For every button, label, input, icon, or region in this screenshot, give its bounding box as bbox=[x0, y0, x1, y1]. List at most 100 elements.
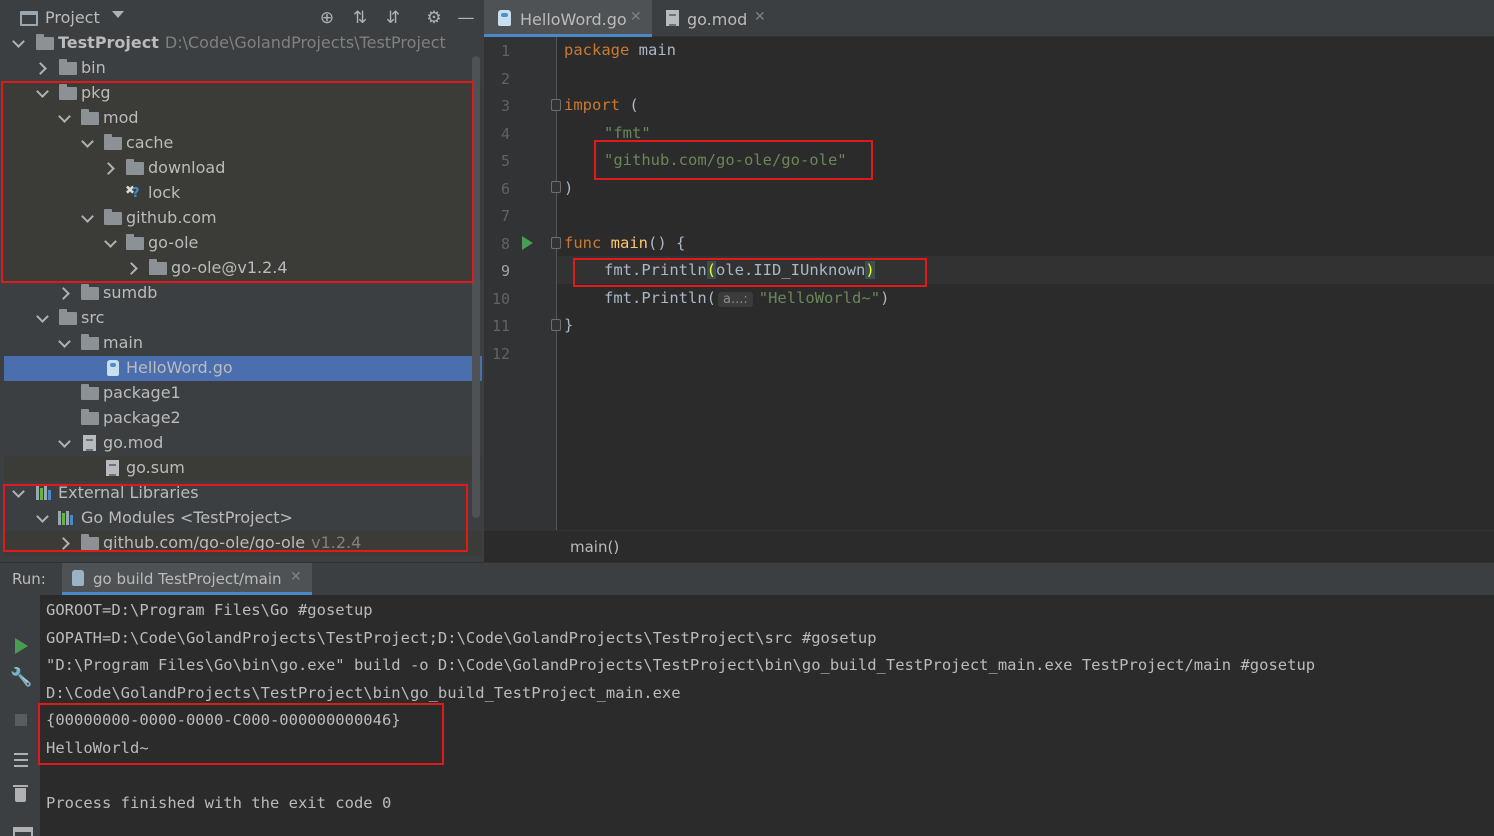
code-line-6[interactable]: ) bbox=[564, 179, 573, 197]
project-path: D:\Code\GolandProjects\TestProject bbox=[164, 33, 446, 52]
unknown-file-icon bbox=[125, 183, 140, 201]
tree-item-go-mod[interactable]: go.mod bbox=[4, 431, 482, 456]
tree-item-testproject[interactable]: TestProject D:\Code\GolandProjects\TestPr… bbox=[4, 31, 482, 56]
code-line-4[interactable]: "fmt" bbox=[604, 124, 651, 142]
console-line: "D:\Program Files\Go\bin\go.exe" build -… bbox=[46, 656, 1316, 674]
chevron-down-icon[interactable] bbox=[58, 335, 72, 349]
tab-run-configuration[interactable]: go build TestProject/main ✕ bbox=[62, 563, 312, 595]
folder-icon bbox=[81, 384, 99, 400]
tree-item-go-modules[interactable]: Go Modules <TestProject> bbox=[4, 506, 482, 531]
chevron-down-icon[interactable] bbox=[36, 85, 50, 99]
tree-item-go-ole-v124[interactable]: go-ole@v1.2.4 bbox=[4, 256, 482, 281]
close-icon[interactable]: ✕ bbox=[754, 9, 766, 25]
code-line-3[interactable]: import ( bbox=[564, 96, 639, 114]
console-line: {00000000-0000-0000-C000-000000000046} bbox=[46, 711, 401, 729]
run-icon[interactable] bbox=[522, 236, 533, 250]
chevron-right-icon[interactable] bbox=[104, 160, 118, 174]
tab-label: HelloWord.go bbox=[520, 10, 627, 29]
tree-item-label: mod bbox=[103, 108, 139, 127]
chevron-down-icon[interactable] bbox=[36, 310, 50, 324]
scroll-to-end-icon[interactable] bbox=[10, 749, 32, 771]
wrench-icon[interactable]: 🔧 bbox=[10, 667, 32, 689]
code-line-1[interactable]: package main bbox=[564, 41, 676, 59]
line-number: 1 bbox=[500, 42, 510, 60]
chevron-down-icon[interactable] bbox=[81, 135, 95, 149]
tree-item-github-com[interactable]: github.com bbox=[4, 206, 482, 231]
tree-item-bin[interactable]: bin bbox=[4, 56, 482, 81]
chevron-down-icon[interactable] bbox=[81, 210, 95, 224]
line-number: 5 bbox=[500, 152, 510, 170]
chevron-right-icon[interactable] bbox=[59, 535, 73, 549]
tree-item-pkg[interactable]: pkg bbox=[4, 81, 482, 106]
tree-item-download[interactable]: download bbox=[4, 156, 482, 181]
tree-item-lock[interactable]: lock bbox=[4, 181, 482, 206]
layout-icon[interactable] bbox=[10, 823, 33, 836]
folder-icon bbox=[126, 159, 144, 175]
locate-icon[interactable]: ⊕ bbox=[317, 8, 337, 28]
chevron-right-icon[interactable] bbox=[59, 285, 73, 299]
fold-marker-icon[interactable] bbox=[551, 237, 561, 249]
console-line: Process finished with the exit code 0 bbox=[46, 794, 392, 812]
tree-item-main[interactable]: main bbox=[4, 331, 482, 356]
gear-icon[interactable]: ⚙ bbox=[424, 8, 444, 28]
tree-item-go-ole-module[interactable]: github.com/go-ole/go-ole v1.2.4 bbox=[4, 531, 482, 556]
chevron-right-icon[interactable] bbox=[36, 60, 50, 74]
line-number: 3 bbox=[500, 97, 510, 115]
go-mod-file-icon bbox=[83, 435, 96, 451]
collapse-all-icon[interactable]: ⇵ bbox=[383, 8, 403, 28]
tree-item-label: main bbox=[103, 333, 143, 352]
code-line-9[interactable]: fmt.Println(ole.IID_IUnknown) bbox=[604, 261, 875, 279]
stop-icon[interactable] bbox=[10, 709, 32, 731]
trash-icon[interactable] bbox=[10, 783, 32, 805]
tab-go-mod[interactable]: go.mod ✕ bbox=[652, 0, 776, 37]
tree-item-cache[interactable]: cache bbox=[4, 131, 482, 156]
tree-item-package2[interactable]: package2 bbox=[4, 406, 482, 431]
chevron-right-icon[interactable] bbox=[127, 260, 141, 274]
tree-item-label: go-ole@v1.2.4 bbox=[171, 258, 288, 277]
close-icon[interactable]: ✕ bbox=[630, 9, 642, 25]
chevron-down-icon[interactable] bbox=[58, 110, 72, 124]
breadcrumb-item-main[interactable]: main() bbox=[570, 538, 619, 556]
tree-item-src[interactable]: src bbox=[4, 306, 482, 331]
tree-item-label: github.com/go-ole/go-ole v1.2.4 bbox=[103, 533, 362, 552]
hide-panel-icon[interactable]: — bbox=[456, 8, 476, 28]
tree-item-label: lock bbox=[148, 183, 181, 202]
code-line-10[interactable]: fmt.Println(a...: "HelloWorld~") bbox=[604, 289, 889, 307]
tree-item-label: go-ole bbox=[148, 233, 199, 252]
tree-item-package1[interactable]: package1 bbox=[4, 381, 482, 406]
run-tab-label: go build TestProject/main bbox=[93, 570, 282, 588]
chevron-down-icon[interactable] bbox=[58, 435, 72, 449]
chevron-down-icon[interactable] bbox=[12, 485, 26, 499]
code-line-5[interactable]: "github.com/go-ole/go-ole" bbox=[604, 151, 847, 169]
tab-helloword-go[interactable]: HelloWord.go ✕ bbox=[484, 0, 652, 37]
code-line-8[interactable]: func main() { bbox=[564, 234, 685, 252]
fold-marker-icon[interactable] bbox=[551, 99, 561, 111]
tree-item-go-sum[interactable]: go.sum bbox=[4, 456, 482, 481]
tree-scrollbar[interactable] bbox=[472, 56, 480, 518]
chevron-down-icon[interactable] bbox=[12, 35, 26, 49]
tree-item-sumdb[interactable]: sumdb bbox=[4, 281, 482, 306]
fold-marker-icon[interactable] bbox=[551, 319, 561, 331]
tree-item-mod[interactable]: mod bbox=[4, 106, 482, 131]
close-icon[interactable]: ✕ bbox=[290, 569, 302, 585]
line-number: 9 bbox=[500, 262, 510, 280]
line-number: 10 bbox=[491, 290, 510, 308]
tree-item-external-libraries[interactable]: External Libraries bbox=[4, 481, 482, 506]
run-panel-header: Run: go build TestProject/main ✕ bbox=[0, 563, 1494, 595]
tree-item-helloword-go[interactable]: HelloWord.go bbox=[4, 356, 482, 381]
rerun-icon[interactable] bbox=[10, 635, 32, 657]
code-line-11[interactable]: } bbox=[564, 316, 573, 334]
project-view-title[interactable]: Project bbox=[45, 8, 100, 27]
line-number: 11 bbox=[491, 317, 510, 335]
editor-panel: HelloWord.go ✕ go.mod ✕ 1 2 3 4 5 6 7 8 … bbox=[484, 0, 1494, 562]
chevron-down-icon[interactable] bbox=[104, 235, 118, 249]
expand-all-icon[interactable]: ⇅ bbox=[350, 8, 370, 28]
tree-item-label: github.com bbox=[126, 208, 217, 227]
tree-item-label: cache bbox=[126, 133, 174, 152]
run-label: Run: bbox=[12, 570, 46, 588]
line-number: 6 bbox=[500, 180, 510, 198]
tree-item-go-ole[interactable]: go-ole bbox=[4, 231, 482, 256]
fold-marker-icon[interactable] bbox=[551, 181, 561, 193]
chevron-down-icon[interactable] bbox=[36, 510, 50, 524]
chevron-down-icon[interactable] bbox=[112, 11, 124, 18]
